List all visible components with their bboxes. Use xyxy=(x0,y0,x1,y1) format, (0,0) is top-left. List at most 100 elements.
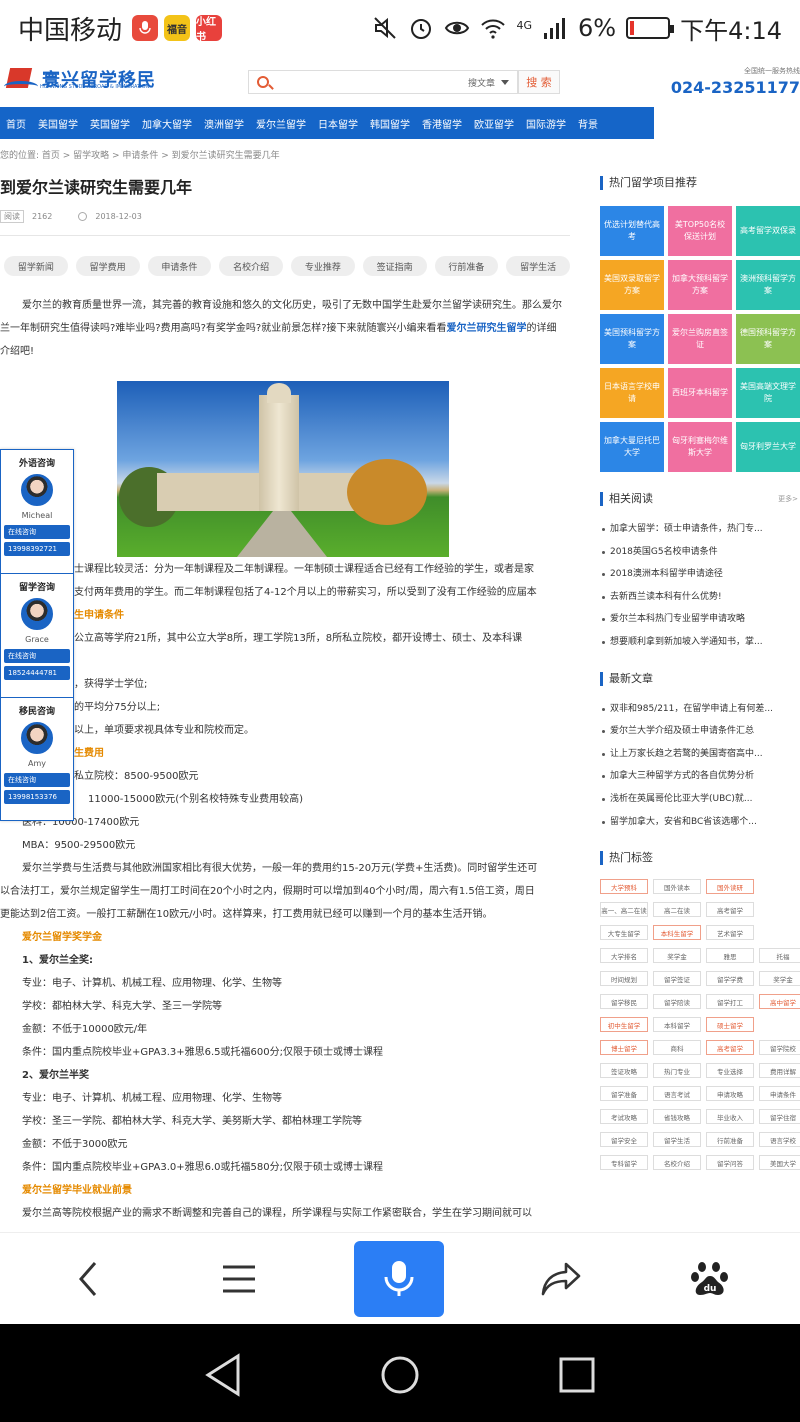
hot-tag[interactable]: 美国大学 xyxy=(759,1155,800,1171)
hot-tag[interactable]: 高考留学 xyxy=(706,902,754,918)
related-item[interactable]: 2018澳洲本科留学申请途径 xyxy=(600,563,800,586)
hot-tag[interactable]: 留学住宿 xyxy=(759,1109,800,1125)
hot-tag[interactable]: 毕业收入 xyxy=(706,1109,754,1125)
hot-tag[interactable]: 本科留学 xyxy=(653,1017,701,1033)
nav-item[interactable]: 英国留学 xyxy=(84,116,136,131)
back-button[interactable] xyxy=(60,1253,116,1305)
nav-item[interactable]: 美国留学 xyxy=(32,116,84,131)
hot-tag[interactable]: 硕士留学 xyxy=(706,1017,754,1033)
hot-tag[interactable]: 雅思 xyxy=(706,948,754,964)
program-tile[interactable]: 美国高端文理学院 xyxy=(736,368,800,418)
hot-tag[interactable]: 初中生留学 xyxy=(600,1017,648,1033)
program-tile[interactable]: 美国双录取留学方案 xyxy=(600,260,664,310)
hot-tag[interactable]: 费用详解 xyxy=(759,1063,800,1079)
hot-tag[interactable]: 博士留学 xyxy=(600,1040,648,1056)
voice-search-button[interactable] xyxy=(354,1241,444,1317)
category-tab[interactable]: 行前准备 xyxy=(434,256,499,276)
online-consult-button[interactable]: 在线咨询 xyxy=(4,649,70,663)
consult-phone[interactable]: 13998153376 xyxy=(4,790,70,804)
category-tab[interactable]: 申请条件 xyxy=(147,256,212,276)
category-tab[interactable]: 留学费用 xyxy=(75,256,140,276)
nav-item[interactable]: 澳洲留学 xyxy=(198,116,250,131)
hot-tag[interactable]: 签证攻略 xyxy=(600,1063,648,1079)
category-tab[interactable]: 名校介绍 xyxy=(219,256,283,276)
search-input[interactable]: 搜文章 xyxy=(248,70,518,94)
hot-tag[interactable]: 语言考试 xyxy=(653,1086,701,1102)
back-triangle-icon[interactable] xyxy=(200,1350,250,1400)
hot-tag[interactable]: 申请攻略 xyxy=(706,1086,754,1102)
hot-tag[interactable]: 本科生留学 xyxy=(653,925,701,941)
hot-tag[interactable]: 大学排名 xyxy=(600,948,648,964)
hot-tag[interactable]: 大学预科 xyxy=(600,879,648,895)
program-tile[interactable]: 澳洲预科留学方案 xyxy=(736,260,800,310)
hot-tag[interactable]: 留学问答 xyxy=(706,1155,754,1171)
category-tab[interactable]: 专业推荐 xyxy=(291,256,355,276)
nav-item[interactable]: 香港留学 xyxy=(416,116,468,131)
search-button[interactable]: 搜 索 xyxy=(518,70,560,94)
latest-item[interactable]: 留学加拿大，安省和BC省该选哪个... xyxy=(600,811,800,834)
intro-link[interactable]: 爱尔兰研究生留学 xyxy=(447,323,527,334)
related-item[interactable]: 加拿大留学：硕士申请条件，热门专... xyxy=(600,518,800,541)
hot-tag[interactable]: 名校介绍 xyxy=(653,1155,701,1171)
hot-tag[interactable]: 留学生活 xyxy=(653,1132,701,1148)
hot-tag[interactable]: 艺术留学 xyxy=(706,925,754,941)
hot-tag[interactable]: 省钱攻略 xyxy=(653,1109,701,1125)
related-item[interactable]: 想要顺利拿到新加坡入学通知书，掌... xyxy=(600,631,800,654)
hot-tag[interactable]: 留学安全 xyxy=(600,1132,648,1148)
latest-item[interactable]: 加拿大三种留学方式的各自优势分析 xyxy=(600,765,800,788)
related-item[interactable]: 去新西兰读本科有什么优势! xyxy=(600,586,800,609)
program-tile[interactable]: 日本语言学校申请 xyxy=(600,368,664,418)
hot-tag[interactable]: 高一、高二在读 xyxy=(600,902,648,918)
related-item[interactable]: 2018英国G5名校申请条件 xyxy=(600,541,800,564)
hot-tag[interactable]: 国外读本 xyxy=(653,879,701,895)
program-tile[interactable]: 高考留学双保录 xyxy=(736,206,800,256)
hot-tag[interactable]: 留学学费 xyxy=(706,971,754,987)
nav-item[interactable]: 国际游学 xyxy=(520,116,572,131)
baidu-button[interactable]: du xyxy=(682,1253,738,1305)
category-tab[interactable]: 留学生活 xyxy=(506,256,570,276)
latest-item[interactable]: 双非和985/211，在留学申请上有何差... xyxy=(600,698,800,721)
hot-tag[interactable]: 留学签证 xyxy=(653,971,701,987)
hot-tag[interactable]: 奖学金 xyxy=(759,971,800,987)
consult-phone[interactable]: 13998392721 xyxy=(4,542,70,556)
recents-square-icon[interactable] xyxy=(552,1350,602,1400)
nav-item[interactable]: 欧亚留学 xyxy=(468,116,520,131)
hot-tag[interactable]: 留学院校 xyxy=(759,1040,800,1056)
hot-tag[interactable]: 专业选择 xyxy=(706,1063,754,1079)
nav-item[interactable]: 背景 xyxy=(572,116,604,131)
hot-tag[interactable]: 留学陪读 xyxy=(653,994,701,1010)
hot-tag[interactable]: 考试攻略 xyxy=(600,1109,648,1125)
hot-tag[interactable]: 申请条件 xyxy=(759,1086,800,1102)
related-item[interactable]: 爱尔兰本科热门专业留学申请攻略 xyxy=(600,608,800,631)
nav-item[interactable]: 日本留学 xyxy=(312,116,364,131)
program-tile[interactable]: 美TOP50名校保送计划 xyxy=(668,206,732,256)
hot-tag[interactable]: 商科 xyxy=(653,1040,701,1056)
related-more-link[interactable]: 更多> xyxy=(778,492,798,506)
share-button[interactable] xyxy=(533,1253,589,1305)
hot-tag[interactable]: 高中留学 xyxy=(759,994,800,1010)
nav-item[interactable]: 加拿大留学 xyxy=(136,116,198,131)
consult-phone[interactable]: 18524444781 xyxy=(4,666,70,680)
program-tile[interactable]: 爱尔兰购房直签证 xyxy=(668,314,732,364)
latest-item[interactable]: 浅析在英属哥伦比亚大学(UBC)就... xyxy=(600,788,800,811)
hot-tag[interactable]: 托福 xyxy=(759,948,800,964)
home-circle-icon[interactable] xyxy=(375,1350,425,1400)
program-tile[interactable]: 优选计划替代高考 xyxy=(600,206,664,256)
latest-item[interactable]: 让上万家长趋之若鹜的美国寄宿高中... xyxy=(600,743,800,766)
program-tile[interactable]: 美国预科留学方案 xyxy=(600,314,664,364)
hot-tag[interactable]: 行前准备 xyxy=(706,1132,754,1148)
hot-tag[interactable]: 奖学金 xyxy=(653,948,701,964)
hot-tag[interactable]: 大专生留学 xyxy=(600,925,648,941)
hot-tag[interactable]: 专科留学 xyxy=(600,1155,648,1171)
program-tile[interactable]: 加拿大曼尼托巴大学 xyxy=(600,422,664,472)
hot-tag[interactable]: 国外读研 xyxy=(706,879,754,895)
category-tab[interactable]: 签证指南 xyxy=(362,256,427,276)
hot-tag[interactable]: 留学准备 xyxy=(600,1086,648,1102)
nav-item[interactable]: 爱尔兰留学 xyxy=(250,116,312,131)
online-consult-button[interactable]: 在线咨询 xyxy=(4,525,70,539)
program-tile[interactable]: 加拿大预科留学方案 xyxy=(668,260,732,310)
category-tab[interactable]: 留学新闻 xyxy=(4,256,68,276)
program-tile[interactable]: 德国预科留学方案 xyxy=(736,314,800,364)
program-tile[interactable]: 西班牙本科留学 xyxy=(668,368,732,418)
hot-tag[interactable]: 时间规划 xyxy=(600,971,648,987)
